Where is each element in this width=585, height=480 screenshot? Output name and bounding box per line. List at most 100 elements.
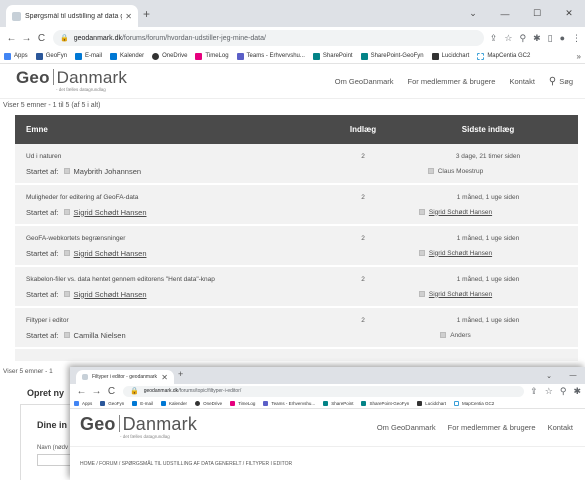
last-author[interactable]: Sigrid Schødt Hansen [429,209,492,216]
bookmark-item[interactable]: Lucidchart [417,400,446,406]
new-tab-button[interactable]: + [178,369,183,379]
topic-title[interactable]: Ud i naturen [15,153,328,160]
topic-title[interactable]: Skabelon-filer vs. data hentet gennem ed… [15,276,328,283]
bookmark-item[interactable]: MapCentia GC2 [477,52,530,60]
forward-button[interactable]: → [19,33,34,44]
last-post-time[interactable]: 1 måned, 1 uge siden [398,317,578,324]
url-host: geodanmark.dk [73,34,122,42]
topic-author[interactable]: Sigrid Schødt Hansen [74,290,147,299]
bookmark-item[interactable]: OneDrive [152,52,187,60]
outlook-icon [75,52,83,60]
sharepoint-icon [360,52,368,60]
minimize-button[interactable]: — [489,0,521,27]
share-icon[interactable]: ⇪ [490,33,498,44]
topic-title[interactable]: Muligheder for editering af GeoFA-data [15,194,328,201]
sharepoint-icon [312,52,320,60]
bookmark-item[interactable]: GeoFyn [35,52,67,60]
new-tab-button[interactable]: + [143,7,150,21]
your-info-heading: Dine in [37,420,68,430]
bookmark-item[interactable]: Teams - Erhvervshu... [236,52,305,60]
topic-author[interactable]: Maybrith Johannsen [74,167,142,176]
started-by: Startet af: Sigrid Schødt Hansen [26,289,147,299]
url-host: geodanmark.dk [143,388,179,394]
bookmark-item[interactable]: MapCentia GC2 [454,400,494,406]
bookmark-item[interactable]: SharePoint-GeoFyn [360,52,424,60]
bookmark-item[interactable]: OneDrive [195,400,222,406]
nav-kontakt[interactable]: Kontakt [548,423,573,432]
bookmark-item[interactable]: SharePoint-GeoFyn [361,400,409,406]
bookmarks-bar: Apps GeoFyn E-mail Kalender OneDrive Tim… [70,398,585,409]
last-author[interactable]: Anders [450,332,471,339]
reload-button[interactable]: C [104,386,119,397]
onedrive-icon [195,400,201,406]
started-by: Startet af: Maybrith Johannsen [26,166,142,176]
topic-title[interactable]: Filtyper i editor [15,317,328,324]
last-post-time[interactable]: 3 dage, 21 timer siden [398,153,578,160]
address-bar[interactable]: 🔒 geodanmark.dk/forums/topic/filtyper-i-… [123,385,525,397]
topic-author[interactable]: Camilla Nielsen [74,331,126,340]
bookmark-item[interactable]: Apps [74,400,92,406]
teams-icon [236,52,244,60]
back-button[interactable]: ← [4,33,19,44]
close-window-button[interactable]: ✕ [553,0,585,27]
bookmark-item[interactable]: E-mail [75,52,102,60]
last-post-time[interactable]: 1 måned, 1 uge siden [398,276,578,283]
mapcentia-icon [454,400,459,406]
second-browser-window[interactable]: Filtyper i editor - geodanmark ✕ + ⌄ — ←… [70,367,585,480]
bookmark-item[interactable]: Apps [4,52,28,60]
close-tab-icon[interactable]: ✕ [161,373,168,382]
back-button[interactable]: ← [74,386,89,397]
site-logo[interactable]: Geo Danmark - det fælles datagrundlag [16,69,127,93]
bookmark-item[interactable]: TimeLog [195,52,229,60]
tab-search-icon[interactable]: ⌄ [457,0,489,27]
site-logo[interactable]: Geo Danmark - det fælles datagrundlag [80,415,197,440]
reload-button[interactable]: C [34,33,49,44]
nav-kontakt[interactable]: Kontakt [509,77,534,86]
nav-om-geodanmark[interactable]: Om GeoDanmark [335,77,394,86]
nav-medlemmer[interactable]: For medlemmer & brugere [448,423,536,432]
site-header: Geo Danmark - det fælles datagrundlag Om … [0,64,585,99]
profile-avatar-icon[interactable]: ● [560,33,565,44]
close-tab-icon[interactable]: ✕ [125,12,132,21]
puzzle-icon[interactable]: ✱ [533,33,541,44]
bookmark-item[interactable]: SharePoint [323,400,353,406]
bookmark-item[interactable]: Lucidchart [431,52,469,60]
apps-icon [4,52,11,60]
avatar [418,250,425,256]
extensions-icon[interactable]: ⚲ [519,33,526,44]
forward-button[interactable]: → [89,386,104,397]
chevron-right-icon[interactable]: » [577,52,581,61]
address-bar[interactable]: 🔒 geodanmark.dk/forums/forum/hvordan-uds… [53,30,484,46]
topic-title[interactable]: GeoFA-webkortets begrænsninger [15,235,328,242]
bookmark-item[interactable]: SharePoint [312,52,353,60]
menu-icon[interactable]: ⋮ [572,33,581,44]
bookmark-item[interactable]: Kalender [161,400,187,406]
minimize-button[interactable]: — [561,367,585,384]
nav-medlemmer[interactable]: For medlemmer & brugere [408,77,496,86]
nav-om-geodanmark[interactable]: Om GeoDanmark [377,423,436,432]
browser-tab[interactable]: Filtyper i editor - geodanmark ✕ [76,370,174,384]
topic-author[interactable]: Sigrid Schødt Hansen [74,249,147,258]
breadcrumb[interactable]: HOME / FORUM / SPØRGSMÅL TIL UDSTILLING … [70,447,585,467]
last-author[interactable]: Claus Moestrup [438,168,484,175]
last-author[interactable]: Sigrid Schødt Hansen [429,291,492,298]
last-author[interactable]: Sigrid Schødt Hansen [429,250,492,257]
table-header: Emne Indlæg Sidste indlæg [15,115,578,144]
bookmark-item[interactable]: TimeLog [230,400,255,406]
search-button[interactable]: ⚲ Søg [549,76,573,87]
bookmark-star-icon[interactable]: ☆ [504,33,512,44]
topic-author[interactable]: Sigrid Schødt Hansen [74,208,147,217]
sidebar-icon[interactable]: ▯ [548,33,553,44]
lucidchart-icon [417,400,423,406]
bookmark-item[interactable]: Teams - Erhvervshu... [263,400,315,406]
browser-tab[interactable]: Spørgsmål til udstilling af data g ✕ [6,5,138,27]
bookmark-item[interactable]: Kalender [110,52,144,60]
last-post-time[interactable]: 1 måned, 1 uge siden [398,235,578,242]
bookmark-item[interactable]: E-mail [132,400,153,406]
maximize-button[interactable]: ☐ [521,0,553,27]
tab-search-icon[interactable]: ⌄ [537,367,561,384]
tab-title: Spørgsmål til udstilling af data g [25,12,123,20]
started-by: Startet af: Camilla Nielsen [26,330,126,340]
bookmark-item[interactable]: GeoFyn [100,400,124,406]
last-post-time[interactable]: 1 måned, 1 uge siden [398,194,578,201]
